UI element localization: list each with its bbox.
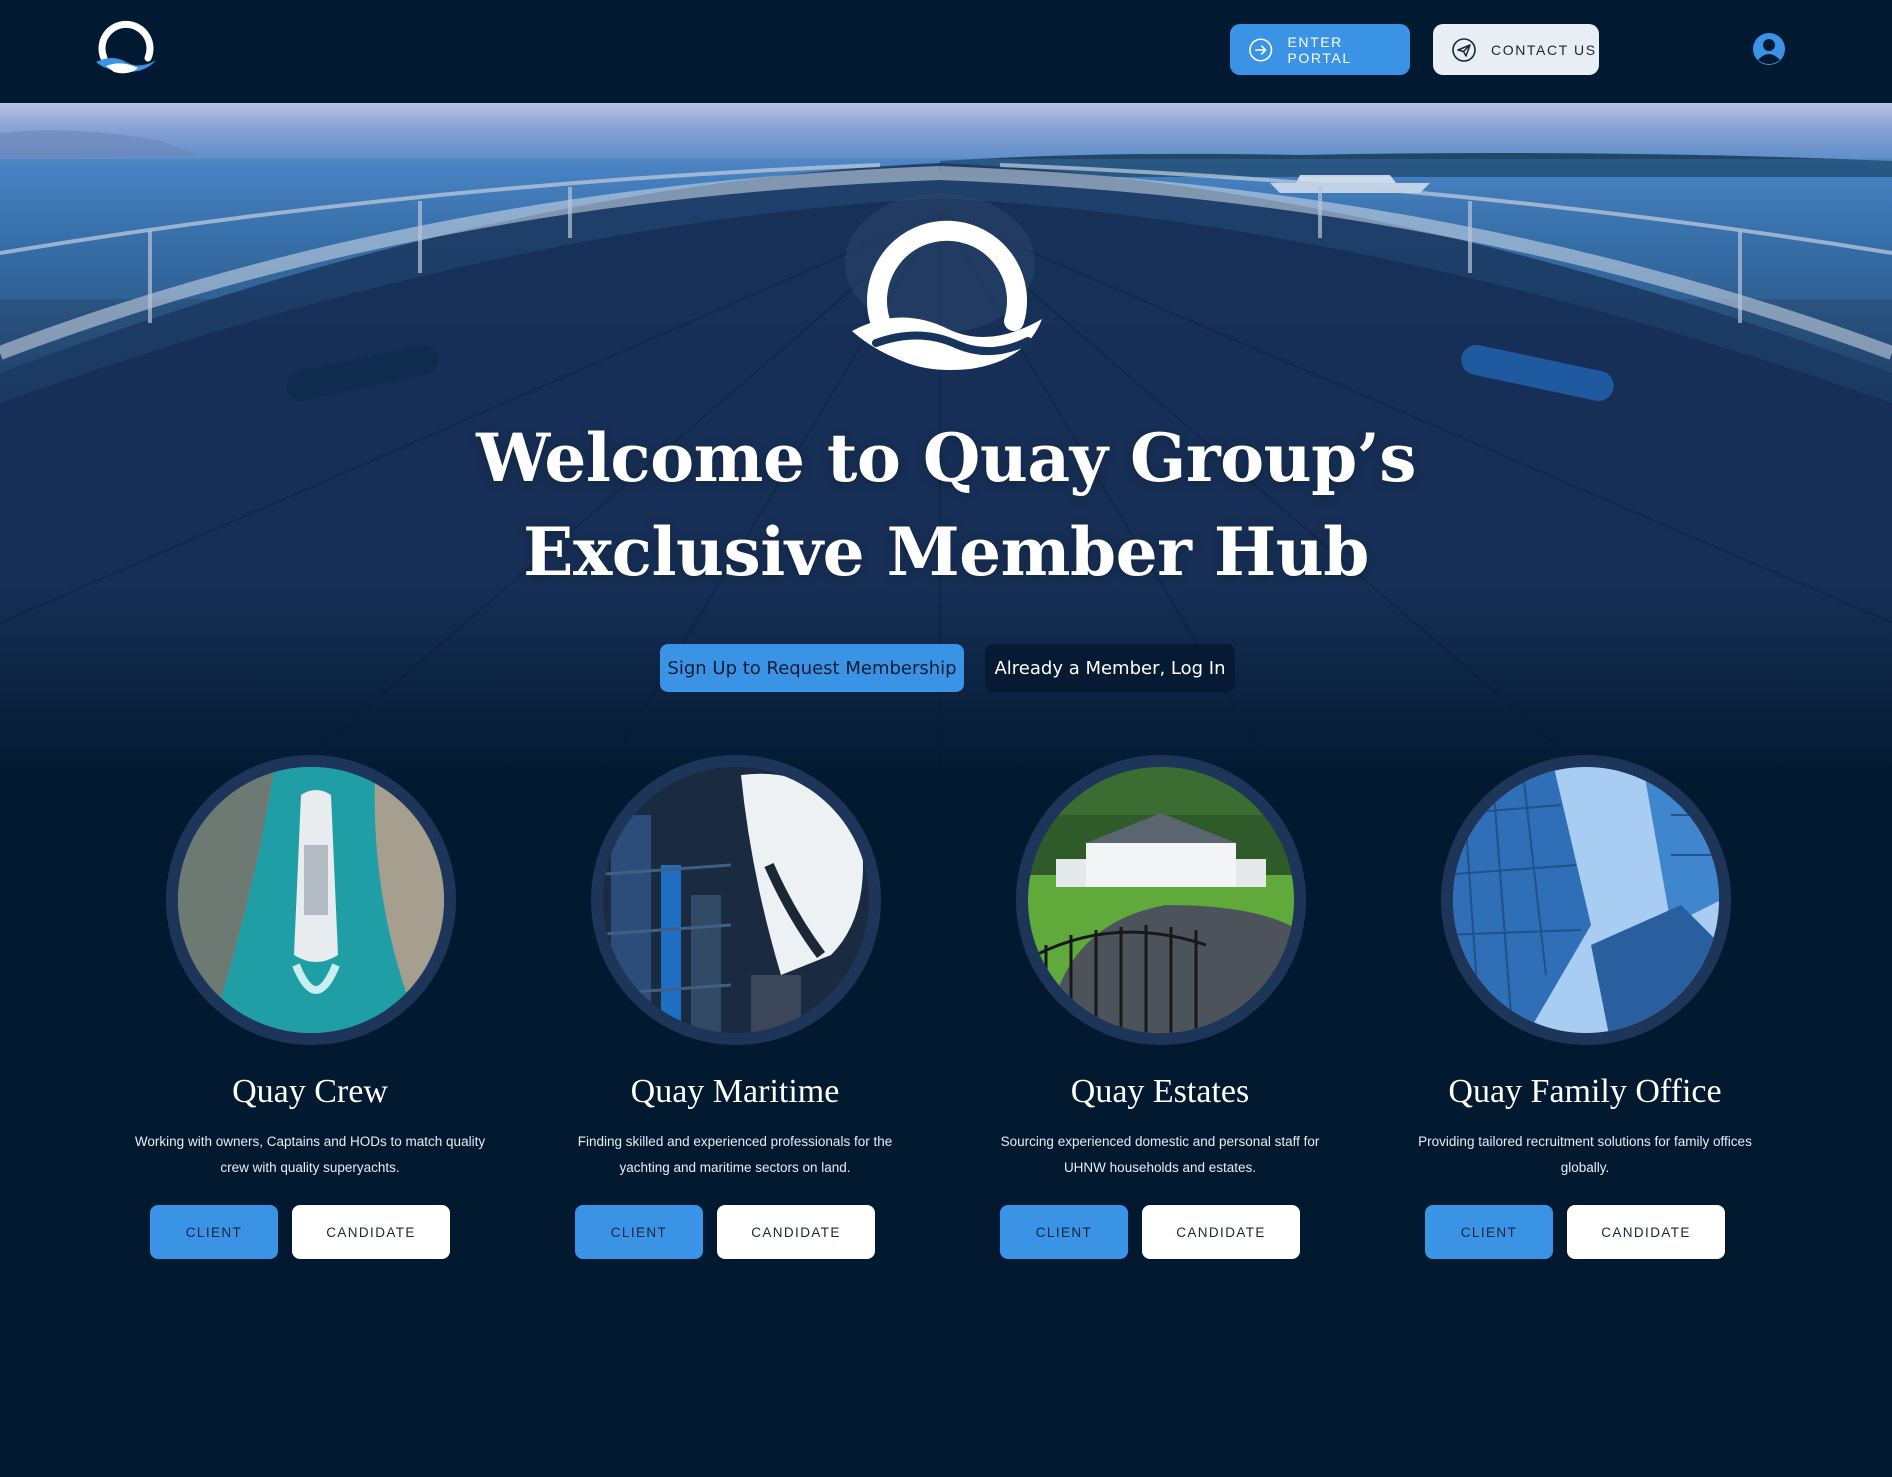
service-image-ring [1441,755,1731,1045]
service-card-quay-crew: Quay Crew Working with owners, Captains … [100,755,520,1275]
canal-yacht-image [166,755,456,1045]
service-title: Quay Crew [232,1073,388,1110]
contact-us-button[interactable]: CONTACT US [1433,24,1599,75]
quay-crew-candidate-button[interactable]: CANDIDATE [292,1205,450,1259]
paper-plane-icon [1452,37,1476,62]
contact-us-label: CONTACT US [1491,41,1597,58]
hero-title: Welcome to Quay Group’s Exclusive Member… [346,411,1546,599]
estate-mansion-image [1016,755,1306,1045]
quay-estates-candidate-button[interactable]: CANDIDATE [1142,1205,1300,1259]
quay-family-office-client-button[interactable]: CLIENT [1425,1205,1553,1259]
service-description: Working with owners, Captains and HODs t… [110,1129,510,1181]
skyscrapers-image [1441,755,1731,1045]
service-card-quay-estates: Quay Estates Sourcing experienced domest… [950,755,1370,1275]
arrow-right-circle-icon [1249,37,1273,62]
service-description-line-1: Finding skilled and experienced professi… [577,1134,893,1149]
quay-crew-client-button[interactable]: CLIENT [150,1205,278,1259]
service-card-quay-family-office: Quay Family Office Providing tailored re… [1375,755,1795,1275]
quay-family-office-candidate-button[interactable]: CANDIDATE [1567,1205,1725,1259]
quay-hero-logo-icon [852,220,1042,370]
service-description-line-2: yachting and maritime sectors on land. [619,1160,851,1175]
enter-portal-label: ENTER PORTAL [1287,33,1352,66]
service-description-line-2: crew with quality superyachts. [220,1160,400,1175]
service-description-line-1: Providing tailored recruitment solutions… [1418,1134,1752,1149]
member-login-button[interactable]: Already a Member, Log In [985,644,1235,692]
user-account-icon[interactable] [1752,32,1786,66]
service-image-ring [591,755,881,1045]
quay-maritime-candidate-button[interactable]: CANDIDATE [717,1205,875,1259]
service-title: Quay Maritime [630,1073,840,1110]
service-image-ring [1016,755,1306,1045]
service-description-line-2: UHNW households and estates. [1063,1160,1257,1175]
request-membership-button[interactable]: Sign Up to Request Membership [660,644,964,692]
hero-title-line-2: Exclusive Member Hub [523,513,1369,591]
service-description: Providing tailored recruitment solutions… [1385,1129,1785,1181]
service-title: Quay Family Office [1448,1073,1722,1110]
shipyard-hull-image [591,755,881,1045]
hero-title-line-1: Welcome to Quay Group’s [476,419,1416,497]
service-description-line-1: Sourcing experienced domestic and person… [1000,1134,1320,1149]
quay-maritime-client-button[interactable]: CLIENT [575,1205,703,1259]
service-description: Finding skilled and experienced professi… [535,1129,935,1181]
service-title: Quay Estates [1070,1073,1250,1110]
service-image-ring [166,755,456,1045]
top-navigation-bar: ENTER PORTAL CONTACT US [0,0,1892,103]
quay-estates-client-button[interactable]: CLIENT [1000,1205,1128,1259]
enter-portal-button[interactable]: ENTER PORTAL [1230,24,1410,75]
quay-logo-icon[interactable] [92,20,160,78]
service-description: Sourcing experienced domestic and person… [960,1129,1360,1181]
service-description-line-1: Working with owners, Captains and HODs t… [134,1134,486,1149]
service-description-line-2: globally. [1560,1160,1610,1175]
service-card-quay-maritime: Quay Maritime Finding skilled and experi… [525,755,945,1275]
